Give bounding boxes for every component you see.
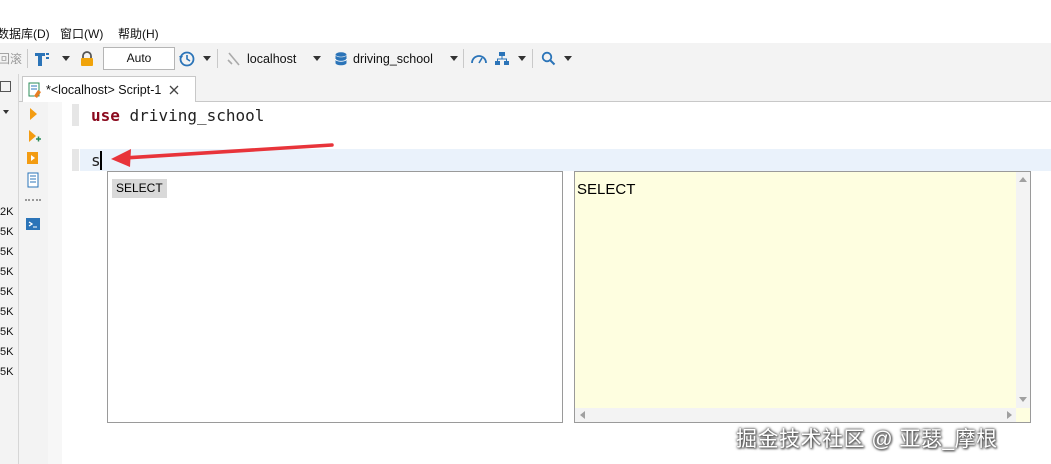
chevron-down-icon[interactable] [450,56,458,61]
scroll-down-icon[interactable] [1019,397,1027,402]
tab-script-1[interactable]: *<localhost> Script-1 [22,76,196,102]
rollback-button[interactable]: 回滚 [0,43,22,74]
database-selector[interactable]: driving_school [353,43,433,74]
chevron-down-icon[interactable] [564,56,572,61]
search-icon[interactable] [541,43,556,74]
terminal-icon[interactable] [25,216,41,232]
annotation-arrow [111,143,334,167]
execute-script-icon[interactable] [25,150,41,166]
autocomplete-list: SELECT [107,171,563,423]
doc-text: SELECT [577,181,636,198]
code-line-1[interactable]: use driving_school [91,106,264,125]
size-label: 5K [0,246,14,258]
size-label: 5K [0,306,14,318]
keyword-use: use [91,106,120,125]
line-marker [72,149,79,171]
menu-window[interactable]: 窗口(W) [60,25,103,42]
history-icon[interactable] [178,43,196,74]
execute-statement-icon[interactable] [25,106,41,122]
database-icon[interactable] [334,43,348,74]
navigator-panel: 2K 5K 5K 5K 5K 5K 5K 5K 5K [0,74,19,464]
toolbar-separator [217,49,218,68]
size-label: 5K [0,226,14,238]
line-marker [72,104,79,126]
schema-icon[interactable] [494,43,510,74]
restore-icon[interactable] [0,81,11,92]
scroll-right-icon[interactable] [1007,411,1012,419]
chevron-down-icon[interactable] [313,56,321,61]
dashboard-icon[interactable] [470,43,488,74]
toolbar-separator [532,49,533,68]
autocomplete-item[interactable]: SELECT [112,179,167,198]
size-label: 5K [0,266,14,278]
size-label: 5K [0,286,14,298]
chevron-down-icon[interactable] [203,56,211,61]
menu-database[interactable]: 数据库(D) [0,25,50,42]
menu-help[interactable]: 帮助(H) [118,25,159,42]
transaction-mode-field[interactable]: Auto [103,47,175,70]
scroll-left-icon[interactable] [580,411,585,419]
watermark: 掘金技术社区 @ 亚瑟_摩根 [736,428,998,451]
editor-side-toolbar [19,102,49,464]
explain-plan-icon[interactable] [25,172,41,188]
horizontal-scrollbar[interactable] [575,408,1016,422]
scroll-up-icon[interactable] [1019,177,1027,182]
chevron-down-icon[interactable] [62,56,70,61]
tab-label: *<localhost> Script-1 [46,82,162,97]
size-label: 5K [0,346,14,358]
vertical-scrollbar[interactable] [1016,172,1030,408]
size-label: 2K [0,206,14,218]
sql-script-icon [27,82,43,98]
code-text: driving_school [119,106,265,125]
toolbar-separator [463,49,464,68]
size-label: 5K [0,326,14,338]
chevron-down-icon[interactable] [518,56,526,61]
editor-gutter [48,102,62,464]
lock-icon[interactable] [80,43,94,74]
toolbar-separator [27,49,28,68]
main-toolbar: 回滚 Auto localhost driving_school [0,43,1051,75]
execute-new-tab-icon[interactable] [25,128,41,144]
toolbar-separator [25,199,41,201]
menu-bar: 数据库(D) 窗口(W) 帮助(H) [0,22,1051,43]
close-icon[interactable] [169,85,179,95]
connection-selector[interactable]: localhost [247,43,296,74]
connection-icon[interactable] [226,43,242,74]
size-label: 5K [0,366,14,378]
transaction-mode-icon[interactable] [34,43,50,74]
autocomplete-doc-panel: SELECT [574,171,1031,423]
chevron-down-icon[interactable] [3,110,9,114]
